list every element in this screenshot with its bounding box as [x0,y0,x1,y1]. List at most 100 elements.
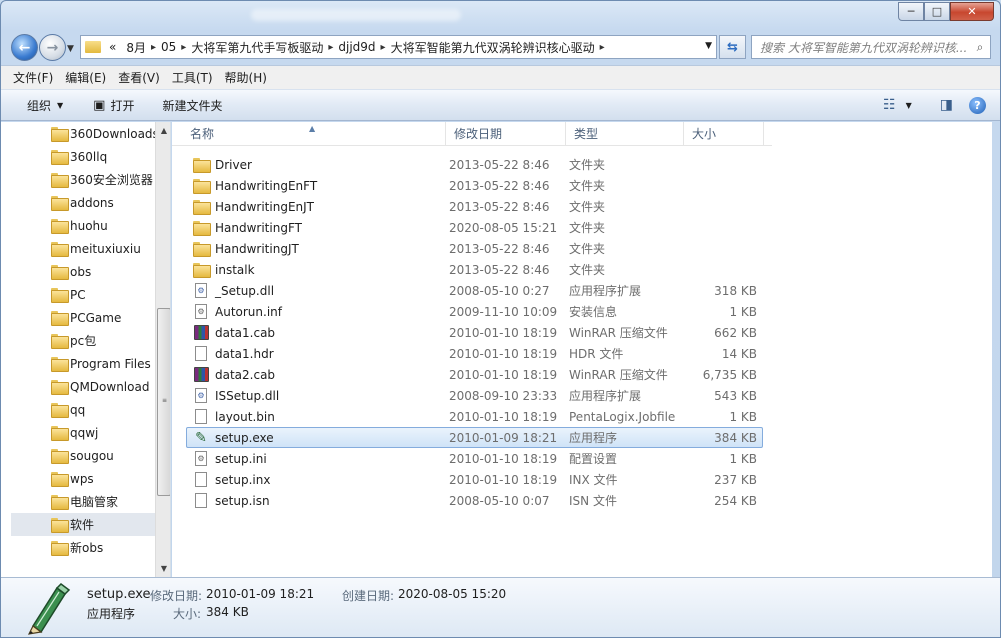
breadcrumb-separator-icon[interactable]: ▸ [600,42,605,53]
nav-folder-item[interactable]: 360Downloads [11,122,155,145]
open-window-icon: ▣ [93,97,106,113]
navigation-scrollbar[interactable]: ▲ ≡ ▼ [155,122,170,577]
breadcrumb-item[interactable]: 大将军智能第九代双涡轮辨识核心驱动 [386,39,600,56]
nav-folder-label: addons [70,195,114,210]
help-icon[interactable]: ? [969,96,986,114]
nav-folder-item[interactable]: QMDownload [11,375,155,398]
file-row[interactable]: Driver 2013-05-22 8:46 文件夹 [186,154,763,175]
folder-icon [51,265,69,280]
refresh-button[interactable]: ⇆ [719,35,746,59]
blurred-title [251,9,461,21]
file-name: setup.ini [215,451,267,466]
menu-tools[interactable]: 工具(T) [166,69,219,86]
preview-pane-icon[interactable]: ◨ [940,97,953,113]
breadcrumb-item[interactable]: djjd9d [333,40,380,54]
menu-edit[interactable]: 编辑(E) [59,69,112,86]
column-header-date[interactable]: 修改日期 [446,122,566,146]
file-row[interactable]: data1.cab 2010-01-10 18:19 WinRAR 压缩文件 662 … [186,322,763,343]
nav-folder-label: meituxiuxiu [70,241,141,256]
back-button[interactable]: ← [11,34,38,61]
nav-folder-item[interactable]: qq [11,398,155,421]
folder-icon [51,449,69,464]
nav-folder-item[interactable]: pc包 [11,329,155,352]
file-row[interactable]: setup.isn 2008-05-10 0:07 ISN 文件 254 KB [186,490,763,511]
column-header-type[interactable]: 类型 [566,122,684,146]
address-bar[interactable]: « 8月 ▸ 05 ▸ 大将军第九代手写板驱动 ▸ djjd9d ▸ 大将军智能… [80,35,717,59]
nav-folder-item[interactable]: 新obs [11,536,155,559]
maximize-button[interactable]: □ [924,2,950,21]
nav-folder-item[interactable]: obs [11,260,155,283]
folder-tree: 360Downloads 360llq 360安全浏览器 addons huohu mei… [11,122,155,559]
scrollbar-thumb[interactable]: ≡ [157,308,170,496]
recent-pages-dropdown[interactable]: ▼ [67,44,74,54]
file-modified-date: 2008-05-10 0:07 [449,493,550,508]
file-list: Driver 2013-05-22 8:46 文件夹 HandwritingEnFT 2… [186,154,763,511]
file-row[interactable]: ⚙ setup.ini 2010-01-10 18:19 配置设置 1 KB [186,448,763,469]
address-history-dropdown[interactable]: ▼ [705,41,712,51]
nav-folder-item[interactable]: 360llq [11,145,155,168]
folder-icon [193,158,211,173]
nav-folder-item[interactable]: huohu [11,214,155,237]
new-folder-button[interactable]: 新建文件夹 [144,90,232,120]
breadcrumb-item[interactable]: 大将军第九代手写板驱动 [186,39,328,56]
nav-folder-item[interactable]: sougou [11,444,155,467]
menu-file[interactable]: 文件(F) [7,69,59,86]
scroll-up-icon[interactable]: ▲ [156,122,170,139]
file-row[interactable]: ⚙ Autorun.inf 2009-11-10 10:09 安装信息 1 KB [186,301,763,322]
blank-file-icon [195,472,207,487]
minimize-button[interactable]: ─ [898,2,924,21]
file-row[interactable]: HandwritingJT 2013-05-22 8:46 文件夹 [186,238,763,259]
file-row[interactable]: HandwritingEnJT 2013-05-22 8:46 文件夹 [186,196,763,217]
column-name-label: 名称 [190,127,215,141]
nav-folder-item[interactable]: PC [11,283,155,306]
blank-file-icon [195,409,207,424]
file-size: 1 KB [729,304,757,319]
nav-folder-item[interactable]: 360安全浏览器 [11,168,155,191]
chevron-down-icon[interactable]: ▼ [906,101,912,110]
nav-folder-item[interactable]: 软件 [11,513,155,536]
file-size: 1 KB [729,451,757,466]
menu-help[interactable]: 帮助(H) [219,69,273,86]
nav-folder-item[interactable]: PCGame [11,306,155,329]
search-input[interactable]: 搜索 大将军智能第九代双涡轮辨识核... ⌕ [751,35,991,59]
nav-folder-item[interactable]: addons [11,191,155,214]
organize-button[interactable]: 组织 ▼ [1,90,73,120]
file-row[interactable]: HandwritingEnFT 2013-05-22 8:46 文件夹 [186,175,763,196]
nav-folder-item[interactable]: qqwj [11,421,155,444]
arrow-right-icon: → [46,39,59,56]
nav-folder-label: 电脑管家 [70,495,119,509]
forward-button[interactable]: → [39,34,66,61]
breadcrumb-overflow[interactable]: « [104,40,121,54]
breadcrumb-item[interactable]: 8月 [121,39,151,56]
file-row[interactable]: HandwritingFT 2020-08-05 15:21 文件夹 [186,217,763,238]
file-icon-cell [193,409,209,425]
file-row[interactable]: setup.inx 2010-01-10 18:19 INX 文件 237 KB [186,469,763,490]
open-button[interactable]: ▣ 打开 [73,90,144,120]
grip-icon: ≡ [162,397,168,404]
column-header-name[interactable]: ▲ 名称 [172,122,446,146]
nav-folder-item[interactable]: 电脑管家 [11,490,155,513]
created-label: 创建日期: [342,589,395,603]
file-row[interactable]: data1.hdr 2010-01-10 18:19 HDR 文件 14 KB [186,343,763,364]
nav-folder-item[interactable]: meituxiuxiu [11,237,155,260]
nav-folder-label: qq [70,402,86,417]
file-row[interactable]: ⚙ _Setup.dll 2008-05-10 0:27 应用程序扩展 318 KB [186,280,763,301]
file-icon-cell [193,178,211,194]
nav-folder-item[interactable]: wps [11,467,155,490]
breadcrumb-item[interactable]: 05 [156,40,181,54]
file-row[interactable]: instalk 2013-05-22 8:46 文件夹 [186,259,763,280]
nav-folder-item[interactable]: Program Files [11,352,155,375]
menu-view[interactable]: 查看(V) [112,69,166,86]
search-icon[interactable]: ⌕ [970,40,990,55]
close-button[interactable]: ✕ [950,2,994,21]
file-type: 配置设置 [569,452,618,466]
file-row[interactable]: data2.cab 2010-01-10 18:19 WinRAR 压缩文件 6,73… [186,364,763,385]
scroll-down-icon[interactable]: ▼ [156,560,170,577]
file-row[interactable]: ✎ setup.exe 2010-01-09 18:21 应用程序 384 KB [186,427,763,448]
file-row[interactable]: layout.bin 2010-01-10 18:19 PentaLogix.Job… [186,406,763,427]
view-mode-icon[interactable]: ☷ [883,97,896,113]
file-type: 应用程序扩展 [569,389,642,403]
file-row[interactable]: ⚙ ISSetup.dll 2008-09-10 23:33 应用程序扩展 543 KB [186,385,763,406]
file-type: 安装信息 [569,305,618,319]
column-header-size[interactable]: 大小 [684,122,764,146]
